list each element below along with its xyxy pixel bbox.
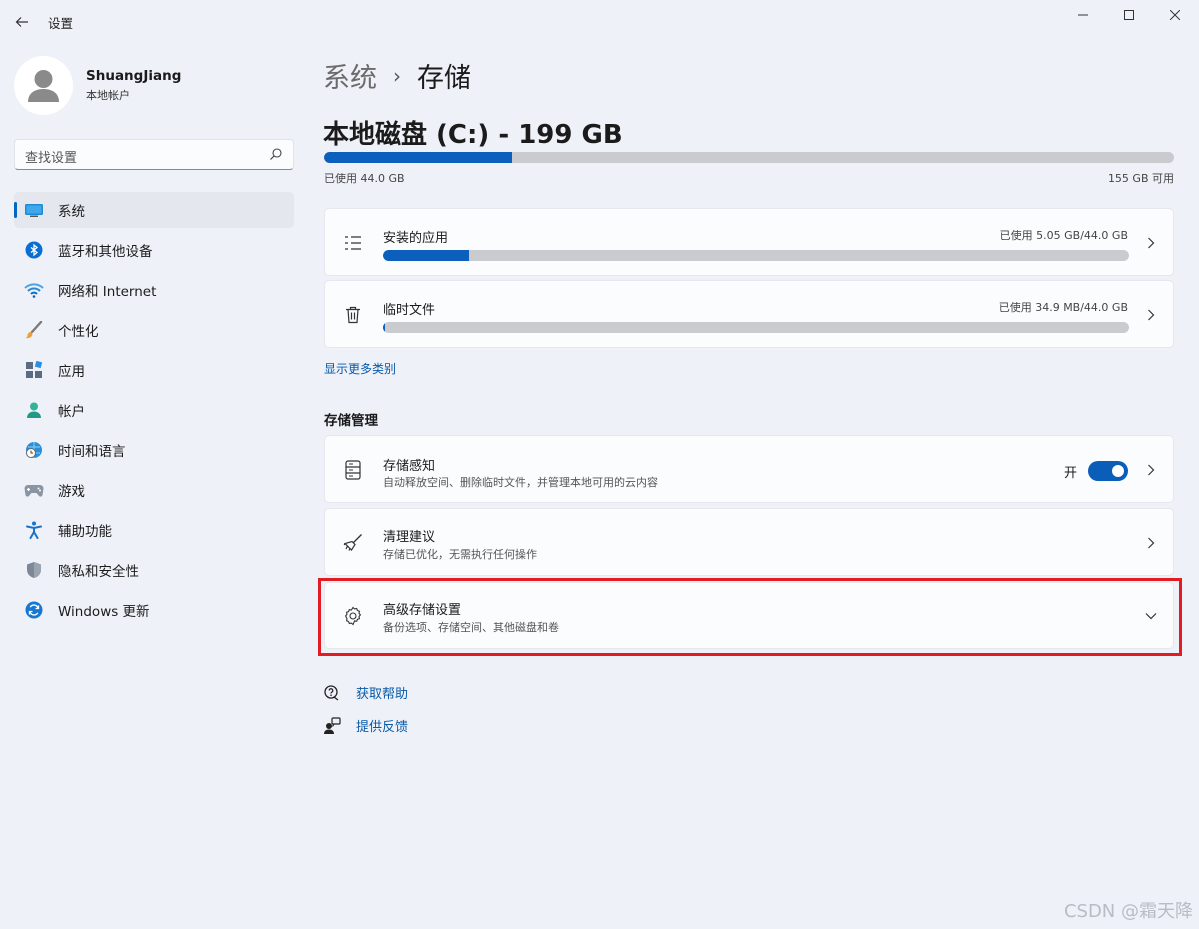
sidebar-item-label: 帐户 bbox=[58, 404, 85, 420]
sidebar-item-label: 系统 bbox=[58, 204, 85, 220]
help-chat-icon bbox=[323, 684, 341, 702]
sidebar-item-label: 时间和语言 bbox=[58, 444, 126, 460]
category-usage-bar bbox=[383, 322, 1129, 333]
breadcrumb: 系统 › 存储 bbox=[323, 56, 471, 95]
user-profile[interactable]: ShuangJiang 本地帐户 bbox=[14, 56, 181, 115]
chevron-right-icon bbox=[1145, 464, 1157, 476]
sidebar-item-personalization[interactable]: 个性化 bbox=[14, 312, 294, 348]
watermark: CSDN @霜天降 bbox=[1063, 901, 1193, 922]
storage-sense-row[interactable]: 存储感知 自动释放空间、删除临时文件，并管理本地可用的云内容 开 bbox=[324, 435, 1174, 503]
title-bar: 设置 bbox=[0, 0, 1199, 44]
close-icon bbox=[1170, 10, 1180, 20]
storage-sense-title: 存储感知 bbox=[383, 459, 436, 474]
maximize-icon bbox=[1124, 10, 1134, 20]
get-help-label: 获取帮助 bbox=[356, 687, 409, 702]
sidebar-nav: 系统 蓝牙和其他设备 网络和 Internet 个性化 应用 帐户 时间和语言 … bbox=[14, 192, 294, 632]
sidebar-item-windows-update[interactable]: Windows 更新 bbox=[14, 592, 294, 628]
close-button[interactable] bbox=[1152, 0, 1198, 30]
trash-icon bbox=[343, 305, 363, 325]
toggle-knob bbox=[1112, 465, 1124, 477]
category-usage: 已使用 5.05 GB/44.0 GB bbox=[999, 229, 1128, 242]
storage-sense-toggle-label: 开 bbox=[1063, 466, 1077, 481]
avatar bbox=[14, 56, 73, 115]
give-feedback-link[interactable]: 提供反馈 bbox=[323, 716, 408, 735]
get-help-link[interactable]: 获取帮助 bbox=[323, 683, 408, 702]
sidebar-item-accessibility[interactable]: 辅助功能 bbox=[14, 512, 294, 548]
give-feedback-label: 提供反馈 bbox=[356, 720, 409, 735]
broom-icon bbox=[343, 533, 363, 553]
chevron-right-icon bbox=[1145, 309, 1157, 321]
sidebar-item-gaming[interactable]: 游戏 bbox=[14, 472, 294, 508]
cleanup-subtitle: 存储已优化，无需执行任何操作 bbox=[383, 548, 537, 561]
breadcrumb-separator: › bbox=[393, 63, 401, 88]
cleanup-recommendations-row[interactable]: 清理建议 存储已优化，无需执行任何操作 bbox=[324, 508, 1174, 576]
sidebar-item-label: 蓝牙和其他设备 bbox=[58, 244, 153, 260]
account-type: 本地帐户 bbox=[86, 89, 130, 102]
section-title: 存储管理 bbox=[324, 413, 378, 429]
sidebar-item-accounts[interactable]: 帐户 bbox=[14, 392, 294, 428]
accessibility-icon bbox=[24, 520, 44, 540]
arrow-left-icon bbox=[15, 17, 28, 27]
cleanup-title: 清理建议 bbox=[383, 530, 436, 545]
storage-drive-icon bbox=[343, 460, 363, 480]
category-usage: 已使用 34.9 MB/44.0 GB bbox=[998, 301, 1128, 314]
sidebar-item-system[interactable]: 系统 bbox=[14, 192, 294, 228]
category-title: 安装的应用 bbox=[383, 231, 449, 246]
feedback-icon bbox=[323, 716, 341, 735]
category-usage-fill bbox=[383, 322, 386, 333]
sidebar-item-label: 游戏 bbox=[58, 484, 85, 500]
bluetooth-icon bbox=[24, 240, 44, 260]
list-icon bbox=[343, 233, 363, 253]
paintbrush-icon bbox=[24, 320, 44, 340]
search-input[interactable]: 查找设置 bbox=[14, 139, 294, 170]
user-avatar-icon bbox=[28, 70, 59, 102]
sidebar-item-privacy[interactable]: 隐私和安全性 bbox=[14, 552, 294, 588]
profile-name: ShuangJiang bbox=[86, 68, 182, 84]
account-icon bbox=[24, 400, 44, 420]
drive-usage-fill bbox=[324, 152, 512, 163]
sidebar-item-network[interactable]: 网络和 Internet bbox=[14, 272, 294, 308]
back-button[interactable] bbox=[8, 8, 36, 36]
breadcrumb-parent[interactable]: 系统 bbox=[323, 56, 377, 95]
gamepad-icon bbox=[24, 480, 44, 500]
chevron-right-icon bbox=[1145, 237, 1157, 249]
sidebar-item-label: 个性化 bbox=[58, 324, 99, 340]
minimize-icon bbox=[1078, 14, 1088, 16]
sidebar-item-bluetooth[interactable]: 蓝牙和其他设备 bbox=[14, 232, 294, 268]
page-title: 存储 bbox=[417, 63, 471, 94]
search-icon bbox=[270, 148, 282, 160]
storage-sense-toggle[interactable] bbox=[1088, 461, 1128, 481]
category-usage-bar bbox=[383, 250, 1129, 261]
highlight-box bbox=[318, 578, 1182, 656]
chevron-right-icon bbox=[1145, 537, 1157, 549]
drive-free-label: 155 GB 可用 bbox=[1107, 172, 1174, 185]
app-title: 设置 bbox=[48, 16, 74, 31]
sidebar-item-label: 应用 bbox=[58, 364, 85, 380]
category-installed-apps[interactable]: 安装的应用 已使用 5.05 GB/44.0 GB bbox=[324, 208, 1174, 276]
system-display-icon bbox=[24, 200, 44, 220]
wifi-icon bbox=[24, 280, 44, 300]
sidebar-item-label: Windows 更新 bbox=[58, 604, 150, 620]
sidebar-item-label: 网络和 Internet bbox=[58, 284, 157, 300]
category-usage-fill bbox=[383, 250, 469, 261]
sidebar-item-time-language[interactable]: 时间和语言 bbox=[14, 432, 294, 468]
search-placeholder: 查找设置 bbox=[25, 151, 78, 166]
apps-icon bbox=[24, 360, 44, 380]
drive-title: 本地磁盘 (C:) - 199 GB bbox=[323, 120, 623, 150]
shield-icon bbox=[24, 560, 44, 580]
sidebar-item-label: 隐私和安全性 bbox=[58, 564, 139, 580]
show-more-categories-link[interactable]: 显示更多类别 bbox=[324, 360, 396, 377]
drive-used-label: 已使用 44.0 GB bbox=[324, 172, 405, 185]
windows-update-icon bbox=[24, 600, 44, 620]
globe-clock-icon bbox=[24, 440, 44, 460]
maximize-button[interactable] bbox=[1106, 0, 1152, 30]
sidebar-item-label: 辅助功能 bbox=[58, 524, 112, 540]
storage-sense-subtitle: 自动释放空间、删除临时文件，并管理本地可用的云内容 bbox=[383, 476, 658, 489]
sidebar-item-apps[interactable]: 应用 bbox=[14, 352, 294, 388]
category-title: 临时文件 bbox=[383, 303, 436, 318]
category-temp-files[interactable]: 临时文件 已使用 34.9 MB/44.0 GB bbox=[324, 280, 1174, 348]
minimize-button[interactable] bbox=[1060, 0, 1106, 30]
drive-usage-bar bbox=[324, 152, 1174, 163]
